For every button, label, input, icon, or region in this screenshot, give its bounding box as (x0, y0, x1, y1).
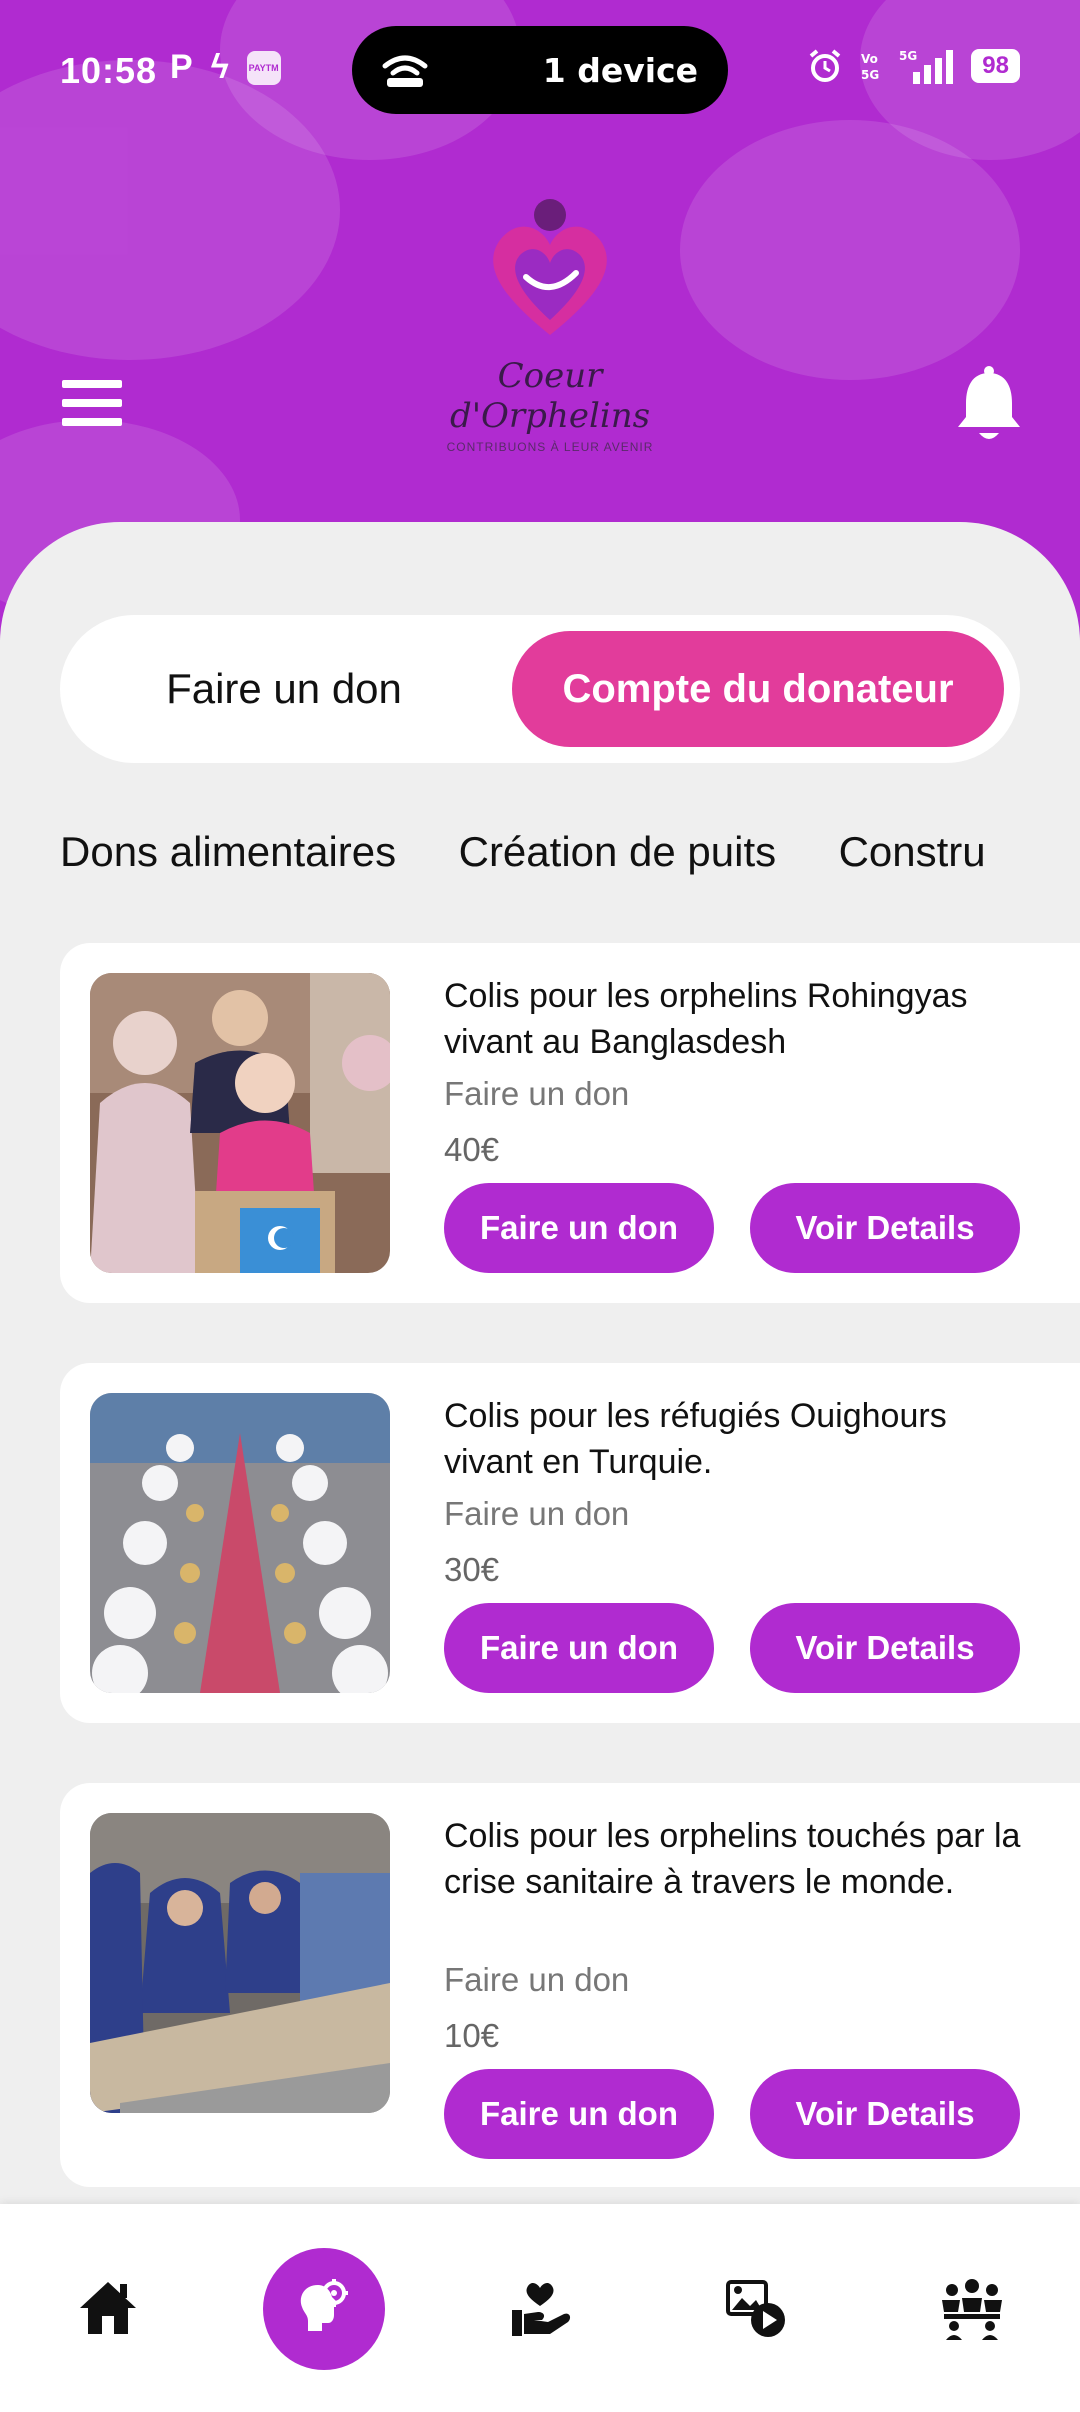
card-photo (90, 1393, 390, 1693)
meal-photo (90, 1393, 390, 1693)
heart-logo-icon (493, 199, 607, 335)
status-time: 10:58 (60, 50, 158, 91)
donation-card[interactable]: Colis pour les orphelins touchés par la … (60, 1783, 1080, 2187)
card-price: 30€ (444, 1551, 500, 1588)
k-icon: ϟ (210, 48, 229, 86)
svg-text:5G: 5G (861, 68, 879, 82)
donation-segment-control: Faire un don Compte du donateur (60, 615, 1020, 763)
faire-un-don-button[interactable]: Faire un don (444, 2069, 714, 2159)
card-subtitle: Faire un don (444, 1961, 630, 1998)
p-icon: P (170, 48, 193, 86)
tab-faire-un-don[interactable]: Faire un don (60, 665, 508, 713)
paytm-icon: PAYTM (246, 50, 281, 85)
battery-indicator: 98 (971, 49, 1020, 83)
alarm-icon (810, 49, 841, 82)
donation-card[interactable]: Colis pour les réfugiés Ouighours vivant… (60, 1363, 1080, 1723)
voir-details-button[interactable]: Voir Details (750, 1603, 1020, 1693)
category-tab[interactable]: Création de puits (459, 828, 777, 876)
hamburger-line (62, 380, 122, 388)
home-icon (80, 2282, 136, 2334)
ideas-icon (300, 2279, 348, 2331)
donation-card[interactable]: Colis pour les orphelins Rohingyas vivan… (60, 943, 1080, 1303)
card-subtitle: Faire un don (444, 1075, 630, 1112)
app-logo: Coeur d'Orphelins CONTRIBUONS À LEUR AVE… (430, 195, 670, 454)
card-photo (90, 973, 390, 1273)
svg-text:5G: 5G (899, 49, 917, 63)
bottom-navigation (0, 2204, 1080, 2412)
hotspot-label: 1 device (542, 50, 698, 90)
card-title: Colis pour les orphelins Rohingyas vivan… (444, 977, 968, 1061)
logo-subtitle: CONTRIBUONS À LEUR AVENIR (446, 440, 654, 454)
hotspot-pill[interactable]: 1 device (352, 26, 728, 114)
bell-icon (958, 366, 1020, 439)
donate-hand-heart-icon (512, 2282, 571, 2336)
hamburger-line (62, 418, 122, 426)
card-subtitle: Faire un don (444, 1495, 630, 1532)
card-price: 10€ (444, 2017, 500, 2054)
category-tabs: Dons alimentaires Création de puits Cons… (60, 828, 1080, 888)
volte-icon: Vo 5G (861, 52, 879, 82)
voir-details-button[interactable]: Voir Details (750, 2069, 1020, 2159)
category-tab[interactable]: Dons alimentaires (60, 828, 396, 876)
notifications-button[interactable] (954, 365, 1024, 445)
nav-media[interactable] (718, 2270, 794, 2346)
faire-un-don-button[interactable]: Faire un don (444, 1603, 714, 1693)
faire-un-don-button[interactable]: Faire un don (444, 1183, 714, 1273)
status-left-icons: P ϟ PAYTM (170, 48, 281, 87)
children-photo (90, 973, 390, 1273)
svg-text:Vo: Vo (861, 52, 878, 66)
nav-donate[interactable] (502, 2270, 578, 2346)
logo-title: Coeur d'Orphelins (449, 356, 651, 436)
card-title: Colis pour les orphelins touchés par la … (444, 1817, 1021, 1901)
nav-ideas[interactable] (263, 2248, 385, 2370)
status-right-icons: Vo 5G 5G 98 (807, 48, 1020, 84)
card-price: 40€ (444, 1131, 500, 1168)
voir-details-button[interactable]: Voir Details (750, 1183, 1020, 1273)
community-icon (942, 2279, 1002, 2340)
status-bar: 10:58 P ϟ PAYTM 1 device Vo 5G 5G 98 (0, 0, 1080, 140)
card-title: Colis pour les réfugiés Ouighours vivant… (444, 1397, 947, 1481)
tab-compte-donateur[interactable]: Compte du donateur (512, 631, 1004, 747)
nav-community[interactable] (934, 2270, 1010, 2346)
classroom-photo (90, 1813, 390, 2113)
decor-blob (680, 120, 1020, 380)
hotspot-icon (382, 55, 428, 87)
category-tab[interactable]: Constru (839, 828, 986, 876)
media-icon (726, 2280, 785, 2337)
hamburger-line (62, 399, 122, 407)
menu-button[interactable] (62, 380, 122, 430)
5g-signal-icon: 5G (899, 49, 954, 84)
nav-home[interactable] (70, 2270, 146, 2346)
card-photo (90, 1813, 390, 2113)
